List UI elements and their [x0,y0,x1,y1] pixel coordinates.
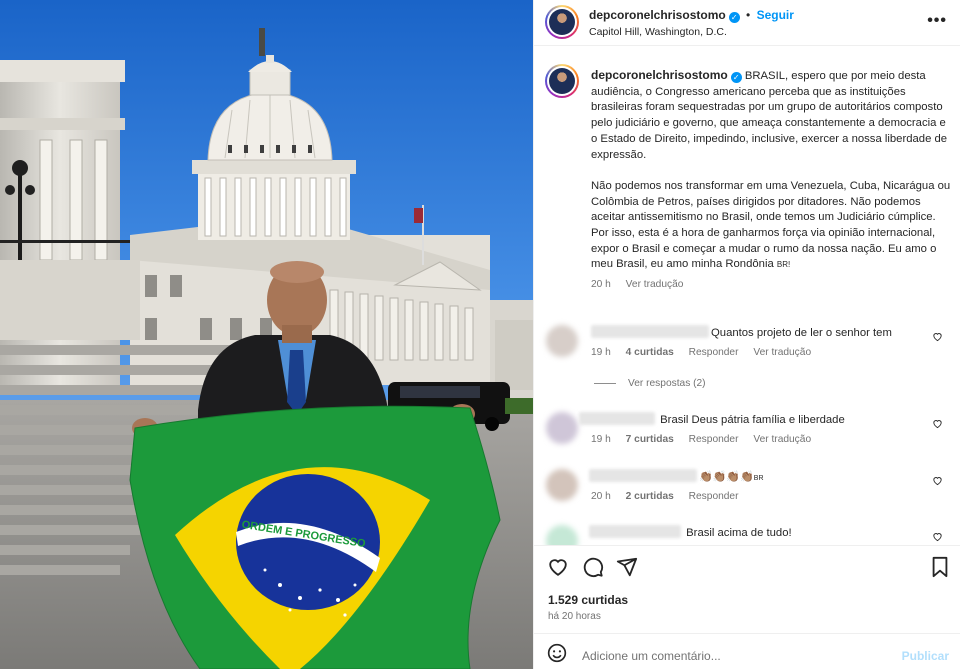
reply-button[interactable]: Responder [689,347,739,358]
comment-item: Quantos projeto de ler o senhor tem 19 h… [546,325,951,375]
comment-translate-link[interactable]: Ver tradução [753,434,811,445]
bookmark-icon[interactable] [930,556,950,578]
view-replies-label[interactable]: Ver respostas (2) [628,378,706,389]
post-header: depcoronelchrisostomo ✓ • Seguir Capitol … [534,0,960,46]
commenter-avatar[interactable] [546,525,578,545]
comment-time[interactable]: 20 h [591,491,611,502]
post-side-panel: depcoronelchrisostomo ✓ • Seguir Capitol … [533,0,960,669]
comment-time[interactable]: 19 h [591,347,611,358]
location-link[interactable]: Capitol Hill, Washington, D.C. [589,26,727,38]
comment-item: Brasil acima de tudo! [546,525,951,545]
post-actions: 1.529 curtidas há 20 horas [534,545,960,633]
author-avatar[interactable] [545,5,579,39]
caption-paragraph-2: Não podemos nos transformar em uma Venez… [591,179,954,271]
comment-likes[interactable]: 4 curtidas [626,347,674,358]
emoji-icon[interactable] [547,643,567,663]
view-replies-link[interactable]: Ver respostas (2) [594,378,706,389]
comments-scroll-area[interactable]: depcoronelchrisostomo ✓ BRASIL, espero qu… [534,47,960,545]
commenter-username[interactable] [589,469,697,482]
brazil-flag-emoji: BR! [776,260,791,270]
more-options-icon[interactable]: ••• [927,12,947,30]
caption: depcoronelchrisostomo ✓ BRASIL, espero qu… [591,68,951,293]
caption-username[interactable]: depcoronelchrisostomo [591,68,728,82]
verified-badge-icon: ✓ [728,12,740,23]
commenter-username[interactable] [591,325,709,338]
post-time[interactable]: há 20 horas [548,611,601,622]
author-username[interactable]: depcoronelchrisostomo [589,8,726,22]
comment-icon[interactable] [582,556,604,578]
comment-like-icon[interactable] [932,475,943,486]
reply-button[interactable]: Responder [689,434,739,445]
caption-time[interactable]: 20 h [591,279,611,290]
comment-like-icon[interactable] [932,418,943,429]
caption-avatar[interactable] [545,64,579,98]
comment-time[interactable]: 19 h [591,434,611,445]
post-photo: ORDEM E PROGRESSO [0,0,533,669]
comment-meta: 19 h 4 curtidas Responder Ver tradução [591,347,823,358]
commenter-username[interactable] [579,412,655,425]
comment-text: Brasil Deus pátria família e liberdade [660,414,845,426]
publish-button[interactable]: Publicar [902,649,949,663]
comment-like-icon[interactable] [932,331,943,342]
comment-likes[interactable]: 2 curtidas [626,491,674,502]
share-icon[interactable] [616,556,638,578]
reply-button[interactable]: Responder [689,491,739,502]
caption-paragraph-1: BRASIL, espero que por meio desta audiên… [591,70,951,161]
commenter-avatar[interactable] [546,469,578,501]
heart-icon[interactable] [547,556,569,578]
verified-badge-icon: ✓ [730,72,742,83]
comment-input[interactable]: Adicione um comentário... [582,649,721,663]
caption-meta: 20 h Ver tradução [591,277,951,293]
comment-likes[interactable]: 7 curtidas [626,434,674,445]
commenter-avatar[interactable] [546,325,578,357]
comment-like-icon[interactable] [932,531,943,542]
commenter-avatar[interactable] [546,412,578,444]
caption-translate-link[interactable]: Ver tradução [626,279,684,290]
add-comment-bar: Adicione um comentário... Publicar [534,633,960,669]
capitol-photo: ORDEM E PROGRESSO [0,0,533,669]
comment-text: Brasil acima de tudo! [686,527,792,539]
follow-button[interactable]: Seguir [757,8,794,22]
comment-text: Quantos projeto de ler o senhor tem [711,327,892,339]
comment-text: 👏🏽👏🏽👏🏽👏🏽 [699,471,754,483]
comment-meta: 20 h 2 curtidas Responder [591,491,751,502]
comment-item: Brasil Deus pátria família e liberdade 1… [546,412,951,462]
likes-count[interactable]: 1.529 curtidas [548,593,628,607]
commenter-username[interactable] [589,525,681,538]
comment-item: 👏🏽👏🏽👏🏽👏🏽BR 20 h 2 curtidas Responder [546,469,951,519]
brazil-flag-emoji: BR [753,475,764,482]
comment-translate-link[interactable]: Ver tradução [753,347,811,358]
comment-meta: 19 h 7 curtidas Responder Ver tradução [591,434,823,445]
